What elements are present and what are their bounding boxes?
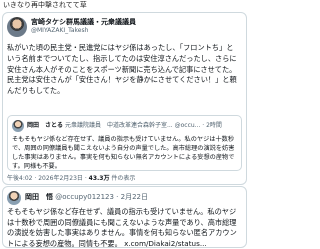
quote-meta: @occu... · 2時間 [174,122,222,129]
author-name[interactable]: 岡田 悟 [25,193,53,201]
post-header: 宮崎タケシ群馬議議・元衆議議員 @MIYAZAKI_Takesh [7,17,242,39]
quote-tag: 元衆議院議員 中道改革連合森幹子室... [64,122,173,129]
view-count: 43.3万 [88,175,110,182]
post-header: 岡田 悟 @occupy012123 · 2月22日 [25,193,148,202]
post-body: 私がいた頃の民主党・民進党にはヤジ係はあったし、「フロントち」という名前までつい… [7,43,237,96]
view-label: 件の表示 [111,175,136,182]
main-post[interactable]: 宮崎タケシ群馬議議・元衆議議員 @MIYAZAKI_Takesh 私がいた頃の民… [2,12,247,185]
post-meta: 午後4:02 · 2026年2月23日 · 43.3万 件の表示 [7,175,136,182]
quote-body: そもそもヤジ係など存在せず、議員の指示も受けていません。私のヤジは十数秒で、周囲… [12,136,235,170]
author-handle[interactable]: @occupy012123 · 2月22日 [55,193,148,201]
post-timestamp: 午後4:02 · 2026年2月23日 [7,175,83,182]
second-post[interactable]: 岡田 悟 @occupy012123 · 2月22日 そもそもヤジ係など存在せず… [2,186,247,248]
quote-post[interactable]: 岡田 さとる 元衆議院議員 中道改革連合森幹子室... @occu... · 2… [7,115,242,171]
author-name[interactable]: 宮崎タケシ群馬議議・元衆議議員 [31,18,136,27]
quote-author-name: 岡田 さとる [27,122,64,129]
quote-header: 岡田 さとる 元衆議院議員 中道改革連合森幹子室... @occu... · 2… [27,121,237,130]
author-handle[interactable]: @MIYAZAKI_Takesh [31,27,88,35]
author-avatar[interactable] [7,17,27,37]
caption: いきなり再中撃されてて草 [3,1,87,9]
post-body: そもそもヤジ係など存在せず、議員の指示も受けていません。私のヤジは十数秒で周囲の… [7,207,237,248]
quote-avatar[interactable] [12,120,24,132]
author-avatar[interactable] [7,191,21,205]
